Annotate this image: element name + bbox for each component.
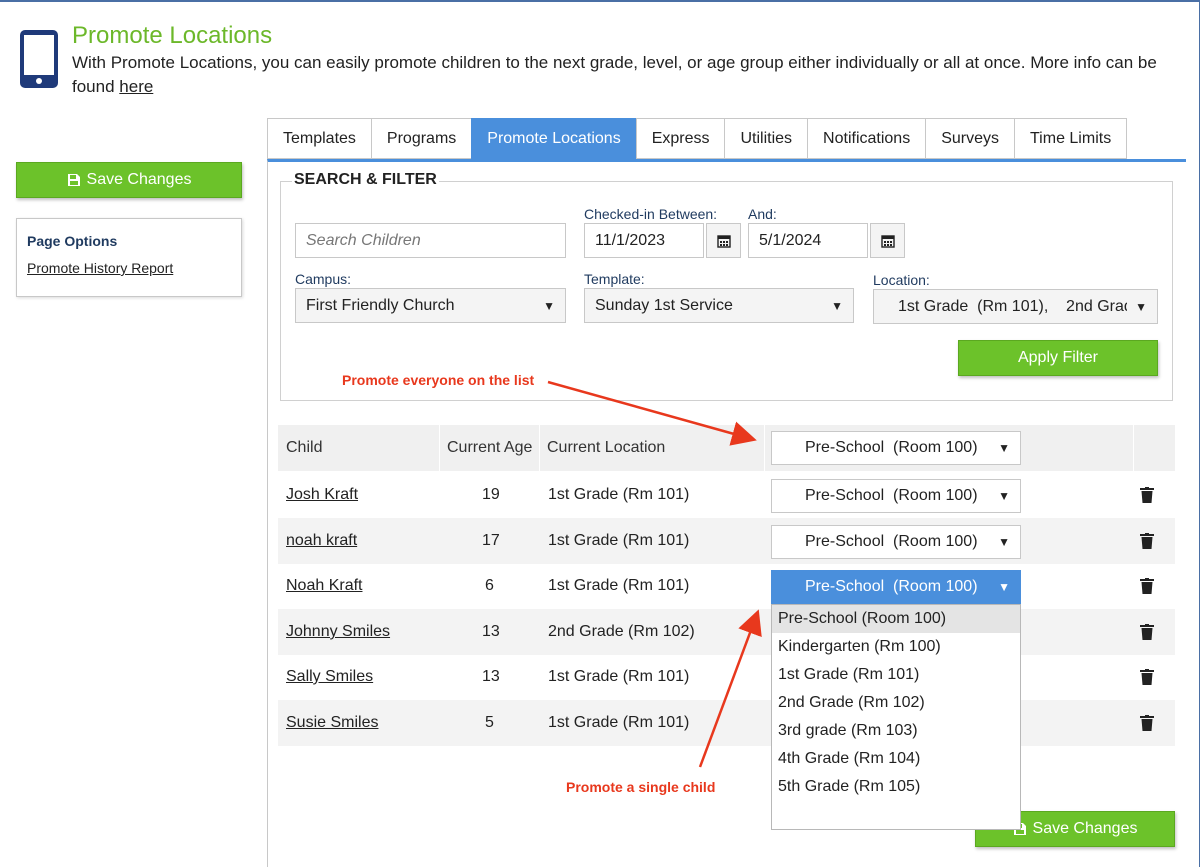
apply-filter-button[interactable]: Apply Filter (958, 340, 1158, 376)
chevron-down-icon: ▼ (998, 489, 1010, 503)
table-header: Child Current Age Current Location (278, 425, 1175, 471)
page-description: With Promote Locations, you can easily p… (72, 53, 1157, 96)
chevron-down-icon: ▼ (998, 535, 1010, 549)
trash-icon[interactable] (1140, 578, 1154, 594)
date-to-input[interactable]: 5/1/2024 (748, 223, 868, 258)
page-options-title: Page Options (27, 233, 118, 249)
child-name-link[interactable]: Sally Smiles (286, 654, 373, 700)
promote-history-report-link[interactable]: Promote History Report (27, 260, 231, 276)
table-row: noah kraft 17 1st Grade (Rm 101) Pre-Sch… (278, 518, 1175, 564)
child-age: 13 (482, 623, 500, 640)
floppy-disk-icon (67, 174, 80, 186)
chevron-down-icon: ▼ (998, 441, 1010, 455)
search-children-input[interactable]: Search Children (295, 223, 566, 258)
tab-promote-locations[interactable]: Promote Locations (471, 118, 636, 159)
child-location: 1st Grade (Rm 101) (548, 532, 690, 549)
campus-label: Campus: (295, 271, 352, 287)
tab-time-limits[interactable]: Time Limits (1014, 118, 1128, 159)
child-age: 6 (485, 577, 494, 594)
campus-select[interactable]: First Friendly Church ▼ (295, 288, 566, 323)
more-info-link[interactable]: here (119, 77, 153, 96)
chevron-down-icon: ▼ (543, 298, 555, 313)
promote-to-select[interactable]: Pre-School (Room 100) ▼ (771, 479, 1021, 513)
child-name-link[interactable]: noah kraft (286, 518, 357, 564)
column-current-location: Current Location (547, 439, 666, 456)
calendar-icon (880, 234, 895, 248)
tab-notifications[interactable]: Notifications (807, 118, 926, 159)
location-label: Location: (873, 272, 930, 288)
location-multiselect[interactable]: 1st Grade (Rm 101), 2nd Grade ▼ (873, 289, 1158, 324)
page-options-panel: Page Options Promote History Report (16, 218, 242, 297)
child-age: 17 (482, 532, 500, 549)
date-from-input[interactable]: 11/1/2023 (584, 223, 704, 258)
dropdown-option[interactable]: 5th Grade (Rm 105) (772, 773, 1020, 801)
dropdown-option[interactable]: Kindergarten (Rm 100) (772, 633, 1020, 661)
promote-to-dropdown-list: Pre-School (Room 100) Kindergarten (Rm 1… (771, 604, 1021, 830)
tab-surveys[interactable]: Surveys (925, 118, 1014, 159)
tab-bar: Templates Programs Promote Locations Exp… (267, 118, 1128, 159)
chevron-down-icon: ▼ (1135, 299, 1147, 314)
tab-utilities[interactable]: Utilities (724, 118, 808, 159)
table-row: Johnny Smiles 13 2nd Grade (Rm 102) (278, 609, 1175, 655)
child-age: 5 (485, 714, 494, 731)
page-title: Promote Locations (72, 22, 273, 49)
checked-in-label: Checked-in Between: (584, 206, 718, 222)
trash-icon[interactable] (1140, 624, 1154, 640)
save-changes-button[interactable]: Save Changes (16, 162, 242, 198)
trash-icon[interactable] (1140, 715, 1154, 731)
tab-templates[interactable]: Templates (267, 118, 371, 159)
child-name-link[interactable]: Noah Kraft (286, 563, 362, 609)
template-label: Template: (584, 271, 645, 287)
dropdown-option[interactable]: Pre-School (Room 100) (772, 605, 1020, 633)
trash-icon[interactable] (1140, 487, 1154, 503)
template-select[interactable]: Sunday 1st Service ▼ (584, 288, 854, 323)
and-label: And: (748, 206, 777, 222)
table-row: Josh Kraft 19 1st Grade (Rm 101) Pre-Sch… (278, 472, 1175, 518)
column-current-age: Current Age (447, 439, 533, 456)
promote-to-select-open[interactable]: Pre-School (Room 100) ▼ (771, 570, 1021, 604)
calendar-from-button[interactable] (706, 223, 741, 258)
table-row: Sally Smiles 13 1st Grade (Rm 101) (278, 654, 1175, 700)
column-child: Child (286, 439, 323, 456)
table-row: Susie Smiles 5 1st Grade (Rm 101) (278, 700, 1175, 746)
child-name-link[interactable]: Josh Kraft (286, 472, 358, 518)
child-location: 1st Grade (Rm 101) (548, 668, 690, 685)
child-location: 1st Grade (Rm 101) (548, 486, 690, 503)
mobile-phone-icon (20, 30, 58, 88)
annotation-promote-all: Promote everyone on the list (342, 372, 535, 388)
child-name-link[interactable]: Johnny Smiles (286, 609, 390, 655)
dropdown-option[interactable]: 1st Grade (Rm 101) (772, 661, 1020, 689)
child-age: 13 (482, 668, 500, 685)
promote-all-select[interactable]: Pre-School (Room 100) ▼ (771, 431, 1021, 465)
search-filter-title: SEARCH & FILTER (292, 171, 439, 189)
tab-programs[interactable]: Programs (370, 118, 472, 159)
table-row: Noah Kraft 6 1st Grade (Rm 101) Pre-Scho… (278, 563, 1175, 609)
trash-icon[interactable] (1140, 669, 1154, 685)
calendar-to-button[interactable] (870, 223, 905, 258)
child-name-link[interactable]: Susie Smiles (286, 700, 378, 746)
trash-icon[interactable] (1140, 533, 1154, 549)
dropdown-option[interactable]: 4th Grade (Rm 104) (772, 745, 1020, 773)
chevron-down-icon: ▼ (998, 580, 1010, 594)
tab-express[interactable]: Express (635, 118, 725, 159)
annotation-promote-single: Promote a single child (566, 779, 716, 795)
chevron-down-icon: ▼ (831, 298, 843, 313)
child-location: 1st Grade (Rm 101) (548, 714, 690, 731)
child-location: 2nd Grade (Rm 102) (548, 623, 695, 640)
child-location: 1st Grade (Rm 101) (548, 577, 690, 594)
calendar-icon (716, 234, 731, 248)
dropdown-option[interactable]: 2nd Grade (Rm 102) (772, 689, 1020, 717)
promote-to-select[interactable]: Pre-School (Room 100) ▼ (771, 525, 1021, 559)
dropdown-option[interactable]: 3rd grade (Rm 103) (772, 717, 1020, 745)
child-age: 19 (482, 486, 500, 503)
